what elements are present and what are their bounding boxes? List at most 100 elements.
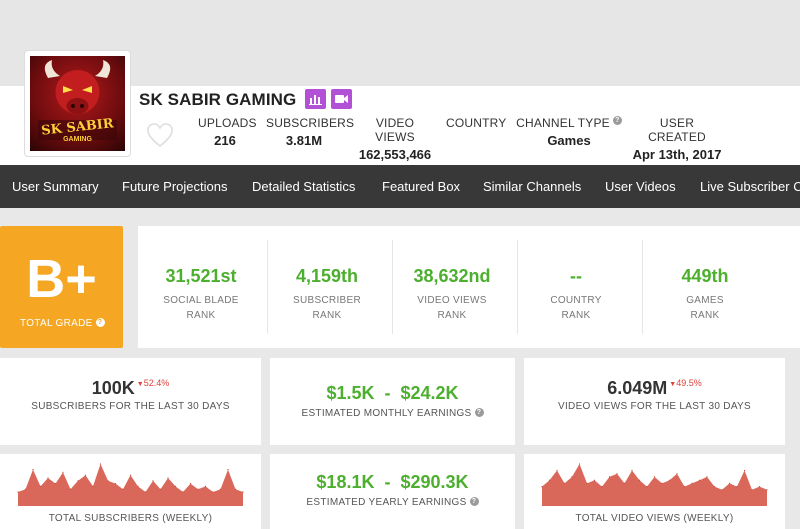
rank-label-line: GAMES: [686, 295, 724, 306]
video-views-stat: VIDEO VIEWS 162,553,466: [356, 116, 434, 162]
subscribers-30-days-card: 100K ▼52.4% SUBSCRIBERS FOR THE LAST 30 D…: [0, 358, 261, 445]
subscribers-30-days-number: 100K: [91, 378, 135, 398]
help-icon[interactable]: ?: [612, 116, 622, 125]
rank-value: 4,159th: [295, 266, 359, 286]
rank-label-line: RANK: [186, 310, 216, 321]
subscribers-sparkline-point: [92, 485, 94, 487]
rank-value: 449th: [681, 266, 729, 286]
rank-label-line: SOCIAL BLADE: [163, 295, 239, 306]
grade-label: TOTAL GRADE?: [20, 318, 105, 329]
video-views-value: 162,553,466: [358, 147, 432, 162]
video-views-sparkline-point: [593, 479, 596, 481]
video-views-sparkline: [541, 463, 768, 506]
subscribers-sparkline-point: [174, 485, 177, 487]
subscribers-sparkline-point: [47, 477, 49, 479]
subscribers-sparkline-point: [144, 491, 147, 493]
monthly-earnings-label-text: ESTIMATED MONTHLY EARNINGS: [301, 408, 472, 419]
subscriber-rank: 4,159th SUBSCRIBER RANK: [264, 226, 390, 348]
video-views-sparkline-point: [541, 486, 543, 488]
yearly-earnings-high: $290.3K: [400, 472, 469, 492]
heart-icon[interactable]: [146, 122, 174, 148]
nav-live-subscriber-count[interactable]: Live Subscriber Co: [700, 165, 800, 208]
video-views-sparkline-point: [713, 486, 716, 488]
subscribers-sparkline-point: [152, 480, 154, 482]
subscribers-sparkline-point: [212, 491, 214, 493]
subscribers-value: 3.81M: [285, 133, 323, 148]
total-grade-box: B+ TOTAL GRADE?: [0, 226, 123, 348]
rank-label: SUBSCRIBER RANK: [264, 293, 390, 323]
subscribers-30-days-label: SUBSCRIBERS FOR THE LAST 30 DAYS: [31, 401, 230, 412]
nav-future-projections[interactable]: Future Projections: [122, 165, 228, 208]
nav-detailed-statistics[interactable]: Detailed Statistics: [252, 165, 355, 208]
help-icon[interactable]: ?: [95, 318, 105, 327]
bar-chart-icon[interactable]: [305, 89, 326, 109]
subscribers-sparkline-point: [122, 488, 124, 490]
subscribers-sparkline-point: [84, 474, 87, 476]
video-views-sparkline-point: [571, 476, 573, 478]
uploads-label: UPLOADS: [198, 116, 257, 130]
rank-value: 31,521st: [165, 266, 237, 286]
video-views-sparkline-point: [631, 469, 633, 472]
yearly-earnings-low: $18.1K: [316, 472, 375, 492]
video-views-sparkline-point: [758, 486, 761, 488]
games-rank: 449th GAMES RANK: [642, 226, 768, 348]
subscribers-30-days-value: 100K ▼52.4%: [0, 378, 261, 399]
video-views-sparkline-point: [668, 479, 671, 481]
monthly-earnings-label: ESTIMATED MONTHLY EARNINGS?: [270, 408, 515, 419]
yearly-earnings-label-text: ESTIMATED YEARLY EARNINGS: [306, 497, 467, 508]
rank-value: --: [570, 266, 582, 286]
nav-user-videos[interactable]: User Videos: [605, 165, 676, 208]
subscribers-sparkline-point: [197, 488, 199, 490]
subscribers-sparkline-point: [107, 480, 109, 482]
user-created-stat: USER CREATED Apr 13th, 2017: [631, 116, 723, 162]
video-views-sparkline-point: [638, 479, 641, 481]
subscribers-sparkline-point: [137, 485, 139, 487]
subscribers-sparkline-point: [54, 483, 57, 485]
subscribers-sparkline-point: [32, 469, 34, 471]
channel-name: SK SABIR GAMING: [139, 90, 297, 109]
uploads-stat: UPLOADS 216: [198, 116, 257, 148]
video-views-sparkline-point: [676, 473, 678, 475]
video-views-sparkline-point: [586, 482, 588, 484]
subscribers-sparkline-point: [114, 483, 117, 485]
channel-type-label: CHANNEL TYPE?: [515, 116, 623, 130]
video-views-sparkline-point: [563, 482, 566, 484]
subscribers-sparkline-point: [182, 491, 184, 493]
video-camera-icon[interactable]: [331, 89, 352, 109]
monthly-earnings-card: $1.5K - $24.2K ESTIMATED MONTHLY EARNING…: [270, 358, 515, 445]
subscribers-sparkline-point: [77, 480, 79, 482]
rank-label-line: RANK: [690, 310, 720, 321]
country-rank: -- COUNTRY RANK: [513, 226, 639, 348]
country-label: COUNTRY: [446, 116, 507, 130]
subscribers-delta: 52.4%: [143, 378, 170, 388]
video-views-sparkline-point: [653, 476, 656, 478]
rank-label-line: RANK: [437, 310, 467, 321]
avatar-subtext: GAMING: [63, 136, 92, 143]
video-views-sparkline-point: [751, 489, 753, 491]
video-views-sparkline-point: [721, 489, 723, 491]
nav-similar-channels[interactable]: Similar Channels: [483, 165, 581, 208]
grade-label-text: TOTAL GRADE: [20, 318, 93, 329]
subscribers-sparkline-point: [129, 474, 132, 476]
rank-label: SOCIAL BLADE RANK: [138, 293, 264, 323]
video-views-sparkline-point: [736, 486, 738, 488]
help-icon[interactable]: ?: [474, 408, 484, 417]
video-views-sparkline-point: [646, 486, 648, 488]
yearly-earnings-label: ESTIMATED YEARLY EARNINGS?: [270, 497, 515, 508]
nav-user-summary[interactable]: User Summary: [12, 165, 99, 208]
rank-panel: 31,521st SOCIAL BLADE RANK 4,159th SUBSCR…: [138, 226, 800, 348]
help-icon[interactable]: ?: [469, 497, 479, 506]
channel-avatar[interactable]: SK SABIR GAMING: [24, 50, 131, 157]
subscribers-sparkline-point: [189, 483, 192, 485]
subscribers-sparkline-point: [234, 488, 237, 490]
rank-label: COUNTRY RANK: [513, 293, 639, 323]
video-views-sparkline-point: [698, 479, 701, 481]
video-views-rank: 38,632nd VIDEO VIEWS RANK: [389, 226, 515, 348]
delta-badge: ▼52.4%: [137, 378, 169, 388]
grade-letter: B+: [26, 249, 97, 309]
video-views-sparkline-point: [578, 463, 581, 465]
video-views-sparkline-point: [743, 469, 746, 472]
nav-featured-box[interactable]: Featured Box: [382, 165, 460, 208]
views-delta: 49.5%: [676, 378, 702, 388]
subscribers-sparkline-point: [17, 491, 19, 493]
